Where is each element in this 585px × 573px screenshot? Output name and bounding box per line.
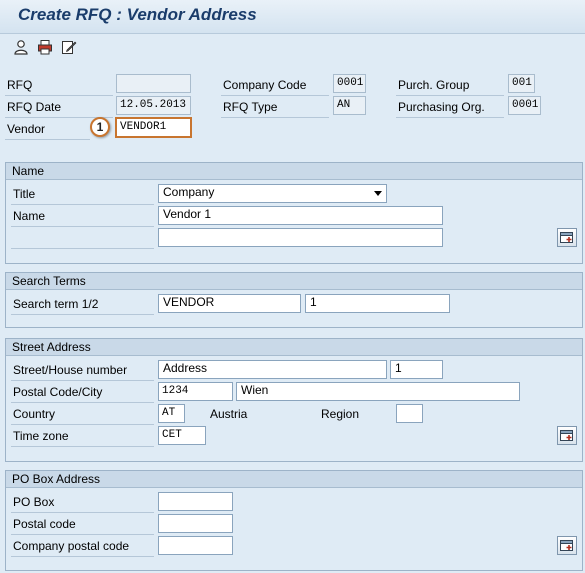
postal-city-underline [11, 402, 154, 403]
title-label: Title [13, 187, 36, 201]
timezone-label: Time zone [13, 429, 69, 443]
title-bar: Create RFQ : Vendor Address [0, 0, 585, 34]
rfq-label: RFQ [7, 78, 33, 92]
timezone-underline [11, 446, 154, 447]
rfq-field[interactable] [116, 74, 191, 93]
company-code-underline [221, 95, 329, 96]
region-label: Region [321, 407, 360, 421]
company-code-field[interactable]: 0001 [333, 74, 366, 93]
purch-group-label: Purch. Group [398, 78, 470, 92]
name-label: Name [13, 209, 46, 223]
chevron-down-icon [374, 191, 382, 196]
name-underline [11, 226, 154, 227]
title-underline [11, 204, 154, 205]
name-group-heading: Name [6, 163, 582, 180]
country-label: Country [13, 407, 56, 421]
purch-group-field[interactable]: 001 [508, 74, 535, 93]
rfq-date-field[interactable]: 12.05.2013 [116, 96, 191, 115]
expand-fields-icon [560, 539, 573, 551]
rfq-date-label: RFQ Date [7, 100, 62, 114]
house-number-field[interactable]: 1 [390, 360, 443, 379]
search-terms-heading: Search Terms [6, 273, 582, 290]
purch-org-label: Purchasing Org. [398, 100, 485, 114]
rfq-type-label: RFQ Type [223, 100, 278, 114]
more-fields-button[interactable] [557, 426, 577, 445]
vendor-label: Vendor [7, 122, 46, 136]
street-label: Street/House number [13, 363, 128, 377]
po-box-underline [11, 512, 154, 513]
callout-badge: 1 [90, 117, 110, 137]
purch-group-underline [396, 95, 504, 96]
more-fields-button[interactable] [557, 228, 577, 247]
company-postal-code-field[interactable] [158, 536, 233, 555]
name-field[interactable]: Vendor 1 [158, 206, 443, 225]
region-field[interactable] [396, 404, 423, 423]
company-postal-code-label: Company postal code [13, 539, 130, 553]
expand-fields-icon [560, 231, 573, 243]
country-field[interactable]: AT [158, 404, 185, 423]
street-field[interactable]: Address [158, 360, 387, 379]
more-fields-button[interactable] [557, 536, 577, 555]
page-title: Create RFQ : Vendor Address [18, 5, 257, 24]
company-code-label: Company Code [223, 78, 307, 92]
country-name-text: Austria [210, 407, 248, 421]
purch-org-field[interactable]: 0001 [508, 96, 541, 115]
print-icon[interactable] [36, 38, 54, 55]
postal-code-field[interactable]: 1234 [158, 382, 233, 401]
name2-field[interactable] [158, 228, 443, 247]
po-postal-code-field[interactable] [158, 514, 233, 533]
search-term-1-field[interactable]: VENDOR [158, 294, 301, 313]
vendor-field[interactable]: VENDOR1 [115, 117, 192, 138]
vendor-label-underline [5, 139, 90, 140]
application-toolbar [0, 34, 585, 60]
rfq-label-underline [5, 95, 113, 96]
company-postal-code-underline [11, 556, 154, 557]
po-box-field[interactable] [158, 492, 233, 511]
person-icon[interactable] [12, 38, 30, 55]
search-term-2-field[interactable]: 1 [305, 294, 450, 313]
expand-fields-icon [560, 429, 573, 441]
search-term-label: Search term 1/2 [13, 297, 99, 311]
po-box-label: PO Box [13, 495, 55, 509]
edit-icon[interactable] [60, 38, 78, 55]
purch-org-underline [396, 117, 504, 118]
postal-city-label: Postal Code/City [13, 385, 103, 399]
title-dropdown-value: Company [163, 185, 215, 199]
po-postal-code-label: Postal code [13, 517, 76, 531]
city-field[interactable]: Wien [236, 382, 520, 401]
rfq-type-field[interactable]: AN [333, 96, 366, 115]
po-box-heading: PO Box Address [6, 471, 582, 488]
country-underline [11, 424, 154, 425]
street-address-heading: Street Address [6, 339, 582, 356]
po-postal-code-underline [11, 534, 154, 535]
street-underline [11, 380, 154, 381]
search-term-underline [11, 314, 154, 315]
timezone-field[interactable]: CET [158, 426, 206, 445]
title-dropdown[interactable]: Company [158, 184, 387, 203]
rfq-type-underline [221, 117, 329, 118]
name2-underline [11, 248, 154, 249]
